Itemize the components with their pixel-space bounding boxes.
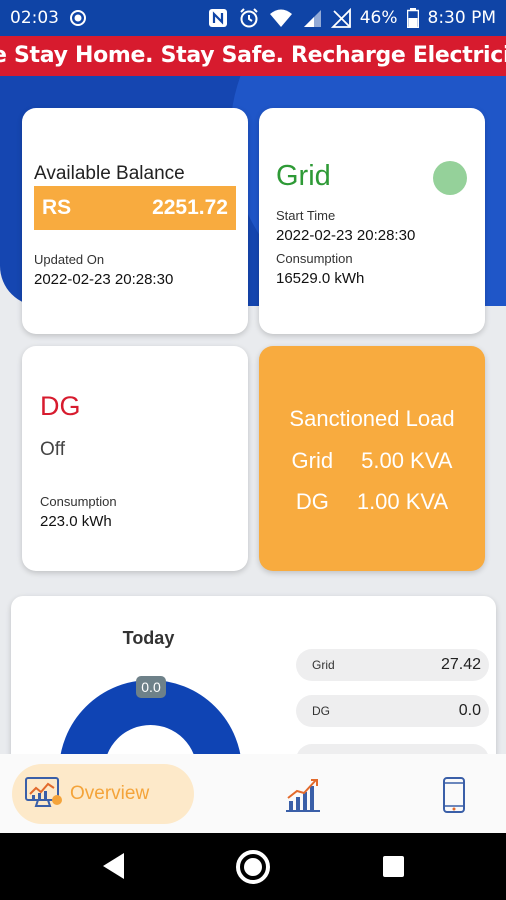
today-item-value: 27.42	[440, 656, 481, 673]
today-title: Today	[122, 628, 175, 648]
load-label: DG	[295, 489, 329, 514]
no-signal-icon	[330, 8, 351, 28]
start-time-value: 2022-02-23 20:28:30	[276, 227, 416, 244]
load-label: Grid	[291, 448, 334, 473]
bottom-navigation: Overview	[0, 754, 506, 833]
nav-overview-label: Overview	[70, 783, 150, 804]
nav-analytics-tab[interactable]	[283, 774, 323, 814]
today-item-value: 0.0	[458, 702, 481, 719]
dg-card[interactable]: DG Off Consumption 223.0 kWh	[22, 346, 248, 571]
announcement-marquee: e Stay Home. Stay Safe. Recharge Electri…	[0, 36, 506, 76]
grid-consumption: Consumption 16529.0 kWh	[276, 251, 364, 287]
load-value: 5.00 KVA	[361, 448, 453, 473]
alarm-icon	[238, 7, 260, 29]
battery-icon	[406, 8, 419, 28]
signal-icon	[302, 8, 322, 28]
dg-consumption: Consumption 223.0 kWh	[40, 494, 117, 530]
updated-value: 2022-02-23 20:28:30	[34, 271, 174, 288]
grid-consumption-value: 16529.0 kWh	[276, 270, 365, 287]
overview-icon	[24, 774, 64, 815]
donut-value-badge: 0.0	[136, 676, 166, 698]
nav-overview-tab[interactable]: Overview	[12, 764, 194, 824]
back-icon[interactable]	[100, 851, 126, 886]
record-icon	[69, 9, 87, 27]
start-time-label: Start Time	[276, 208, 336, 223]
sanctioned-load-card[interactable]: Sanctioned Load Grid 5.00 KVA DG 1.00 KV…	[259, 346, 485, 571]
battery-percent: 46%	[359, 8, 398, 28]
today-item-label: DG	[312, 704, 330, 718]
wifi-icon	[269, 8, 293, 28]
clock: 8:30 PM	[427, 8, 497, 28]
sanctioned-load-title: Sanctioned Load	[289, 406, 455, 431]
updated-label: Updated On	[34, 252, 105, 267]
grid-consumption-label: Consumption	[276, 251, 353, 266]
system-navigation-bar	[0, 833, 506, 900]
today-item-grid: Grid 27.42	[296, 649, 489, 681]
dg-consumption-value: 223.0 kWh	[40, 513, 112, 530]
marquee-text: e Stay Home. Stay Safe. Recharge Electri…	[0, 43, 506, 68]
load-row-grid: Grid 5.00 KVA	[259, 448, 485, 474]
dg-status: Off	[40, 439, 65, 460]
balance-card[interactable]: Available Balance RS 2251.72 Updated On …	[22, 108, 248, 334]
grid-card[interactable]: Grid Start Time 2022-02-23 20:28:30 Cons…	[259, 108, 485, 334]
analytics-icon	[283, 779, 323, 818]
home-icon[interactable]	[236, 850, 270, 884]
status-bar: 02:03 46% 8:30 PM	[0, 0, 506, 36]
device-icon	[440, 777, 468, 818]
dg-title: DG	[40, 391, 81, 421]
balance-title: Available Balance	[34, 163, 185, 184]
notification-time: 02:03	[10, 8, 59, 28]
load-value: 1.00 KVA	[356, 489, 449, 514]
nfc-icon	[207, 7, 229, 29]
load-row-dg: DG 1.00 KVA	[259, 489, 485, 515]
today-item-label: Grid	[312, 658, 335, 672]
grid-title: Grid	[276, 160, 331, 192]
grid-start-time: Start Time 2022-02-23 20:28:30	[276, 208, 415, 244]
today-item-dg: DG 0.0	[296, 695, 489, 727]
grid-status-indicator	[433, 161, 467, 195]
dg-consumption-label: Consumption	[40, 494, 117, 509]
recent-apps-icon[interactable]	[383, 856, 404, 877]
balance-amount: 2251.72	[152, 196, 228, 219]
balance-currency: RS	[42, 196, 72, 219]
nav-device-tab[interactable]	[440, 776, 468, 814]
balance-amount-box: RS 2251.72	[34, 186, 236, 230]
balance-updated: Updated On 2022-02-23 20:28:30	[34, 252, 173, 288]
